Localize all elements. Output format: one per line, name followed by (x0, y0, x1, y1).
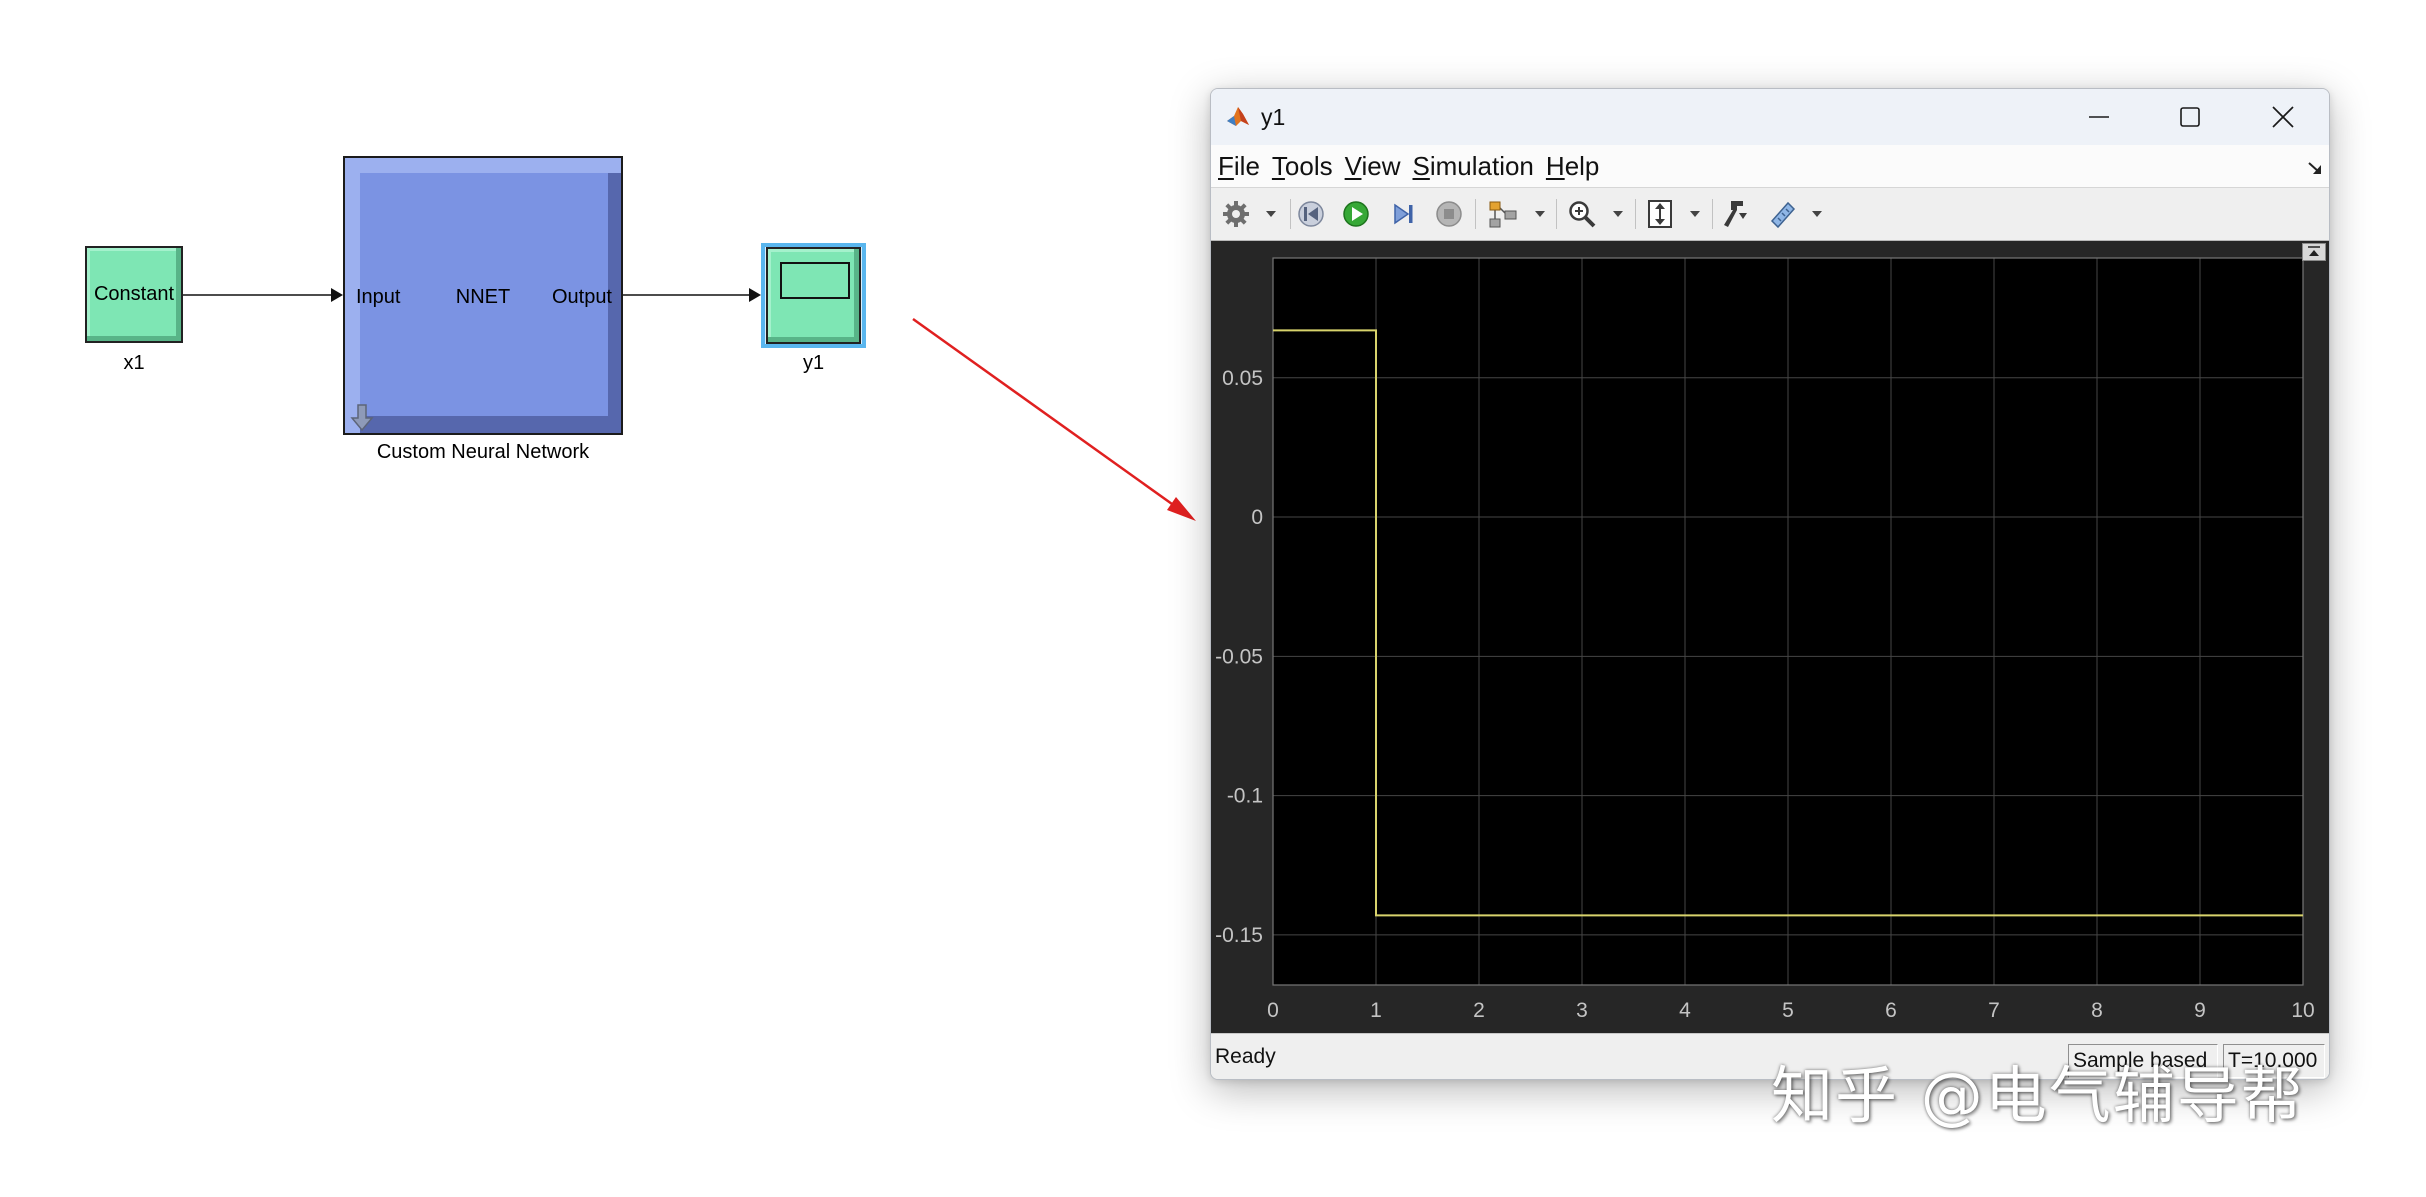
undock-icon[interactable] (2307, 159, 2323, 175)
window-title: y1 (1261, 104, 1286, 130)
minimize-button[interactable] (2054, 89, 2144, 145)
x-tick-label: 1 (1370, 999, 1382, 1022)
status-message: Ready (1215, 1045, 1276, 1068)
menu-help[interactable]: Help (1546, 149, 1599, 183)
zoom-in-icon[interactable] (1565, 197, 1599, 231)
x-tick-label: 5 (1782, 999, 1794, 1022)
highlight-block-icon[interactable] (1717, 197, 1751, 231)
x-tick-label: 8 (2091, 999, 2103, 1022)
maximize-axes-button[interactable] (2302, 243, 2326, 261)
menu-simulation[interactable]: Simulation (1413, 149, 1534, 183)
menu-file[interactable]: File (1218, 149, 1260, 183)
x-tick-label: 2 (1473, 999, 1485, 1022)
watermark: 知乎 @电气辅导帮 (1771, 1059, 2305, 1132)
step-forward-icon[interactable] (1386, 197, 1420, 231)
scale-axes-icon[interactable] (1643, 197, 1677, 231)
signal-routing-icon[interactable] (1486, 197, 1520, 231)
minimize-icon (2089, 116, 2109, 118)
annotation-arrow-line (912, 317, 1173, 506)
measurements-icon[interactable] (1766, 197, 1800, 231)
maximize-icon (2180, 107, 2200, 127)
annotation-arrowhead (1167, 497, 1196, 521)
toolbar-separator (1290, 199, 1291, 229)
plot-panel: 0.05 0 -0.05 -0.1 -0.15 0 1 2 3 4 5 6 7 8 9 10 (1211, 241, 2329, 1033)
step-back-icon[interactable] (1294, 197, 1328, 231)
x-tick-label: 3 (1576, 999, 1588, 1022)
menu-bar: File Tools View Simulation Help (1211, 145, 2329, 187)
run-icon[interactable] (1339, 197, 1373, 231)
maximize-button[interactable] (2145, 89, 2235, 145)
x-tick-label: 6 (1885, 999, 1897, 1022)
toolbar-separator (1556, 199, 1557, 229)
measurements-dropdown-icon[interactable] (1811, 210, 1823, 218)
scope-window: y1 File Tools View Simulation Help 0.05 … (1210, 88, 2330, 1080)
x-tick-label: 10 (2291, 999, 2314, 1022)
title-bar[interactable]: y1 (1211, 89, 2329, 145)
y-tick-label: -0.15 (1215, 924, 1263, 947)
diagram-connections (183, 288, 1196, 521)
menu-view[interactable]: View (1345, 149, 1401, 183)
toolbar (1211, 187, 2329, 241)
x-tick-label: 7 (1988, 999, 2000, 1022)
y-tick-label: -0.1 (1227, 785, 1263, 808)
settings-dropdown-icon[interactable] (1265, 210, 1277, 218)
y-tick-label: 0 (1251, 506, 1263, 529)
signal-arrowhead (331, 288, 343, 302)
menu-tools[interactable]: Tools (1272, 149, 1333, 183)
gear-icon[interactable] (1219, 197, 1253, 231)
x-tick-label: 0 (1267, 999, 1279, 1022)
signal-arrowhead (749, 288, 761, 302)
stop-icon[interactable] (1432, 197, 1466, 231)
close-button[interactable] (2238, 89, 2328, 145)
close-icon (2272, 106, 2294, 128)
toolbar-separator (1475, 199, 1476, 229)
y-tick-label: -0.05 (1215, 645, 1263, 668)
toolbar-separator (1712, 199, 1713, 229)
zoom-dropdown-icon[interactable] (1612, 210, 1624, 218)
matlab-icon[interactable] (1225, 104, 1251, 130)
scope-plot[interactable]: 0.05 0 -0.05 -0.1 -0.15 0 1 2 3 4 5 6 7 8 9 10 (1211, 241, 2329, 1033)
toolbar-separator (1635, 199, 1636, 229)
maximize-axes-icon (2308, 246, 2320, 256)
y-tick-label: 0.05 (1222, 367, 1263, 390)
x-tick-label: 9 (2194, 999, 2206, 1022)
scale-axes-dropdown-icon[interactable] (1689, 210, 1701, 218)
x-tick-label: 4 (1679, 999, 1691, 1022)
signal-routing-dropdown-icon[interactable] (1534, 210, 1546, 218)
